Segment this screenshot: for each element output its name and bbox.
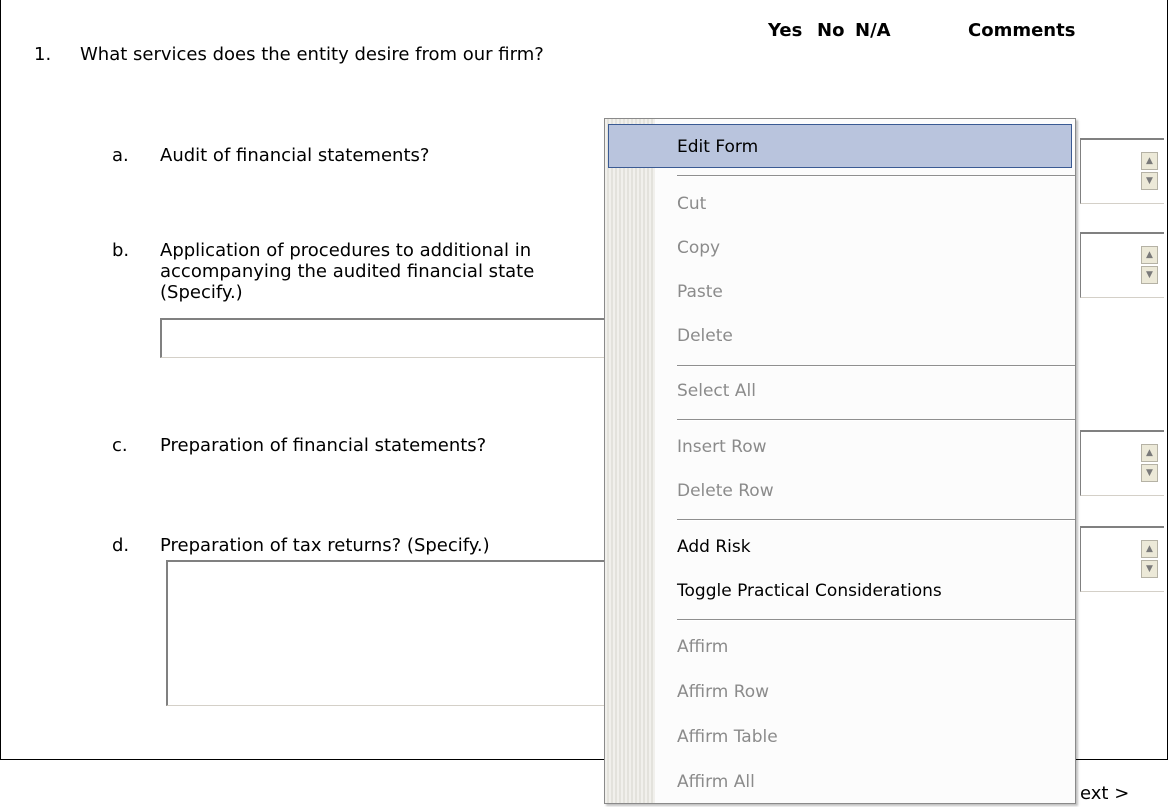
scroll-down-icon[interactable]: ▼ [1141,172,1158,190]
scroll-down-icon[interactable]: ▼ [1141,464,1158,482]
menu-item-select-all[interactable]: Select All [677,381,756,401]
item-a-text: Audit of financial statements? [160,145,430,166]
item-b-text-line1: Application of procedures to additional … [160,240,532,261]
scroll-down-icon[interactable]: ▼ [1141,560,1158,578]
menu-item-affirm-row[interactable]: Affirm Row [677,682,769,702]
item-c-text: Preparation of financial statements? [160,435,487,456]
menu-item-paste[interactable]: Paste [677,282,723,302]
item-a-comment-field[interactable]: ▲ ▼ [1080,138,1164,204]
item-c-comment-field[interactable]: ▲ ▼ [1080,430,1164,496]
item-b-text-line3: (Specify.) [160,282,243,303]
menu-item-cut[interactable]: Cut [677,194,706,214]
scroll-up-icon[interactable]: ▲ [1141,540,1158,558]
scroll-up-icon[interactable]: ▲ [1141,152,1158,170]
item-d-text: Preparation of tax returns? (Specify.) [160,535,490,556]
header-no: No [817,20,845,41]
menu-item-affirm[interactable]: Affirm [677,637,728,657]
header-na: N/A [855,20,891,41]
scroll-down-icon[interactable]: ▼ [1141,266,1158,284]
menu-item-affirm-table[interactable]: Affirm Table [677,727,778,747]
menu-item-affirm-all[interactable]: Affirm All [677,772,755,792]
menu-item-copy[interactable]: Copy [677,238,720,258]
next-button[interactable]: ext > [1080,783,1129,804]
scroll-up-icon[interactable]: ▲ [1141,246,1158,264]
menu-item-delete-row[interactable]: Delete Row [677,481,774,501]
question-text: What services does the entity desire fro… [80,44,544,65]
question-number: 1. [34,44,52,65]
item-b-text-line2: accompanying the audited financial state [160,261,535,282]
item-c-letter: c. [112,435,128,456]
menu-item-edit-form[interactable]: Edit Form [677,137,758,157]
menu-item-toggle-practical-considerations[interactable]: Toggle Practical Considerations [677,581,942,601]
item-d-letter: d. [112,535,130,556]
item-b-specify-input[interactable] [160,318,610,358]
context-menu: Edit Form Cut Copy Paste Delete Select A… [604,118,1076,804]
menu-icon-gutter [605,119,655,803]
header-yes: Yes [768,20,803,41]
item-d-comment-field[interactable]: ▲ ▼ [1080,526,1164,592]
scroll-up-icon[interactable]: ▲ [1141,444,1158,462]
menu-item-add-risk[interactable]: Add Risk [677,537,751,557]
item-a-letter: a. [112,145,129,166]
header-comments: Comments [968,20,1076,41]
menu-item-delete[interactable]: Delete [677,326,733,346]
item-b-letter: b. [112,240,130,261]
item-b-comment-field[interactable]: ▲ ▼ [1080,232,1164,298]
item-d-specify-input[interactable] [166,560,610,706]
menu-item-insert-row[interactable]: Insert Row [677,437,767,457]
